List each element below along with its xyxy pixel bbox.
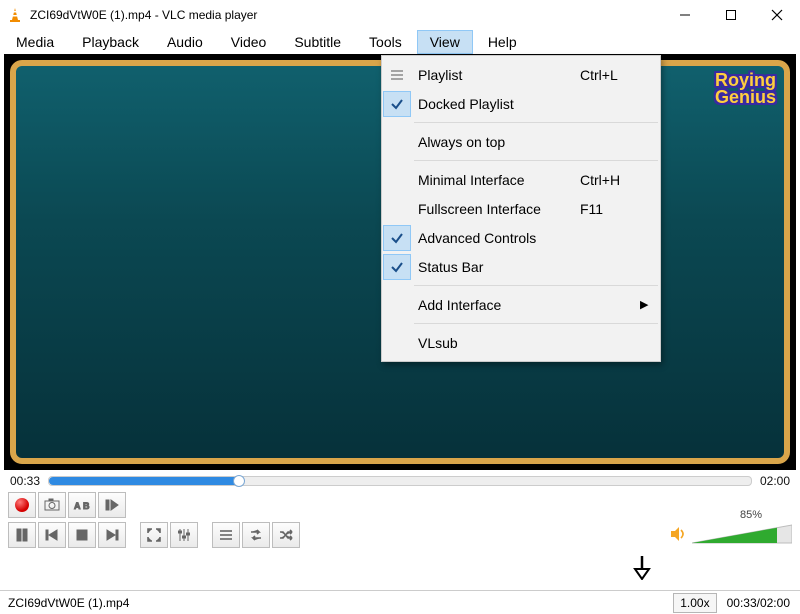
status-time[interactable]: 00:33/02:00 bbox=[721, 594, 796, 612]
status-filename: ZCI69dVtW0E (1).mp4 bbox=[4, 596, 669, 610]
view-advanced-controls[interactable]: Advanced Controls bbox=[382, 223, 660, 252]
view-vlsub[interactable]: VLsub bbox=[382, 328, 660, 357]
playlist-icon bbox=[219, 529, 233, 541]
shuffle-icon bbox=[278, 528, 294, 542]
speaker-icon[interactable] bbox=[670, 526, 688, 545]
fullscreen-button[interactable] bbox=[140, 522, 168, 548]
window-title: ZCI69dVtW0E (1).mp4 - VLC media player bbox=[30, 8, 662, 22]
view-minimal-interface[interactable]: Minimal Interface Ctrl+H bbox=[382, 165, 660, 194]
menu-audio[interactable]: Audio bbox=[155, 31, 215, 53]
view-docked-playlist[interactable]: Docked Playlist bbox=[382, 89, 660, 118]
next-button[interactable] bbox=[98, 522, 126, 548]
pause-icon bbox=[15, 528, 29, 542]
extended-settings-button[interactable] bbox=[170, 522, 198, 548]
toolbars: AB 85% bbox=[0, 490, 800, 550]
vlc-cone-icon bbox=[6, 6, 24, 24]
seek-slider[interactable] bbox=[48, 476, 752, 486]
svg-text:A: A bbox=[74, 501, 81, 511]
statusbar: ZCI69dVtW0E (1).mp4 1.00x 00:33/02:00 bbox=[0, 590, 800, 614]
menu-tools[interactable]: Tools bbox=[357, 31, 414, 53]
playlist-button[interactable] bbox=[212, 522, 240, 548]
loop-ab-icon: AB bbox=[73, 498, 91, 512]
seek-knob[interactable] bbox=[233, 475, 245, 487]
svg-text:B: B bbox=[83, 501, 90, 511]
list-icon bbox=[382, 69, 412, 81]
advanced-toolbar: AB bbox=[8, 490, 792, 520]
stop-icon bbox=[76, 529, 88, 541]
menu-separator bbox=[414, 122, 658, 123]
stop-button[interactable] bbox=[68, 522, 96, 548]
minimize-button[interactable] bbox=[662, 0, 708, 30]
check-icon bbox=[384, 92, 410, 116]
view-add-interface[interactable]: Add Interface ▶ bbox=[382, 290, 660, 319]
record-icon bbox=[15, 498, 29, 512]
loop-ab-button[interactable]: AB bbox=[68, 492, 96, 518]
volume-control: 85% bbox=[670, 523, 792, 547]
video-watermark: Roying Genius bbox=[715, 72, 776, 106]
loop-icon bbox=[248, 528, 264, 542]
menu-help[interactable]: Help bbox=[476, 31, 529, 53]
submenu-arrow-icon: ▶ bbox=[640, 298, 660, 311]
previous-button[interactable] bbox=[38, 522, 66, 548]
pause-button[interactable] bbox=[8, 522, 36, 548]
volume-percent: 85% bbox=[740, 509, 762, 521]
maximize-button[interactable] bbox=[708, 0, 754, 30]
menu-separator bbox=[414, 285, 658, 286]
volume-slider[interactable] bbox=[692, 523, 792, 547]
time-total[interactable]: 02:00 bbox=[760, 474, 790, 488]
equalizer-icon bbox=[177, 528, 191, 542]
time-elapsed[interactable]: 00:33 bbox=[10, 474, 40, 488]
view-status-bar[interactable]: Status Bar bbox=[382, 252, 660, 281]
view-playlist[interactable]: Playlist Ctrl+L bbox=[382, 60, 660, 89]
main-toolbar: 85% bbox=[8, 520, 792, 550]
check-icon bbox=[384, 255, 410, 279]
menu-view[interactable]: View bbox=[418, 31, 472, 53]
menu-media[interactable]: Media bbox=[4, 31, 66, 53]
shuffle-button[interactable] bbox=[272, 522, 300, 548]
menu-playback[interactable]: Playback bbox=[70, 31, 151, 53]
snapshot-button[interactable] bbox=[38, 492, 66, 518]
seek-fill bbox=[49, 477, 239, 485]
menu-video[interactable]: Video bbox=[219, 31, 279, 53]
menu-separator bbox=[414, 160, 658, 161]
fullscreen-icon bbox=[147, 528, 161, 542]
view-dropdown: Playlist Ctrl+L Docked Playlist Always o… bbox=[381, 55, 661, 362]
skip-forward-icon bbox=[105, 528, 119, 542]
record-button[interactable] bbox=[8, 492, 36, 518]
menu-subtitle[interactable]: Subtitle bbox=[282, 31, 353, 53]
skip-back-icon bbox=[45, 528, 59, 542]
menubar: Media Playback Audio Video Subtitle Tool… bbox=[0, 30, 800, 54]
annotation-arrow-icon bbox=[632, 554, 652, 583]
close-button[interactable] bbox=[754, 0, 800, 30]
seek-row: 00:33 02:00 bbox=[0, 470, 800, 490]
camera-icon bbox=[44, 498, 60, 512]
view-fullscreen-interface[interactable]: Fullscreen Interface F11 bbox=[382, 194, 660, 223]
check-icon bbox=[384, 226, 410, 250]
view-always-on-top[interactable]: Always on top bbox=[382, 127, 660, 156]
loop-button[interactable] bbox=[242, 522, 270, 548]
frame-step-button[interactable] bbox=[98, 492, 126, 518]
frame-step-icon bbox=[105, 498, 119, 512]
playback-speed[interactable]: 1.00x bbox=[673, 593, 716, 613]
menu-separator bbox=[414, 323, 658, 324]
titlebar: ZCI69dVtW0E (1).mp4 - VLC media player bbox=[0, 0, 800, 30]
watermark-line2: Genius bbox=[715, 89, 776, 106]
